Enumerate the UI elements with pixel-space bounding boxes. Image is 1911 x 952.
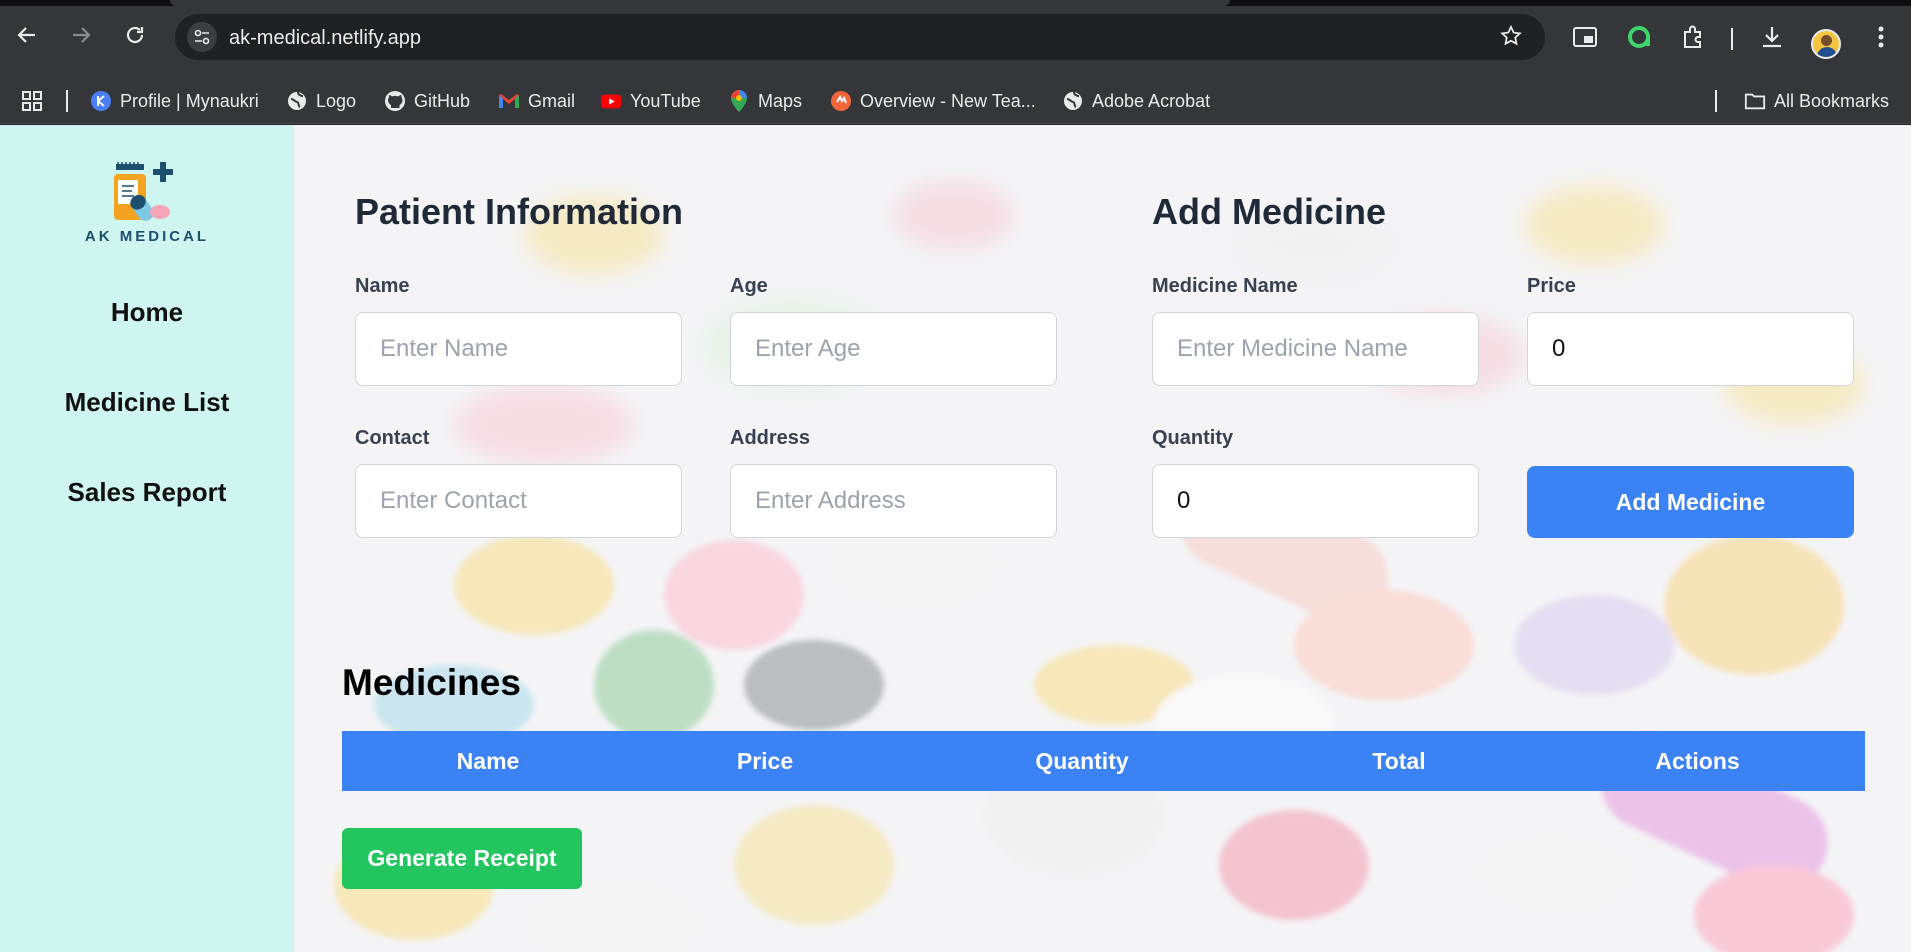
column-header-total: Total [1372, 748, 1426, 774]
bookmarks-divider [66, 90, 68, 112]
sidebar: AK MEDICAL Home Medicine List Sales Repo… [0, 125, 294, 952]
maps-icon [728, 90, 750, 112]
ak-medical-logo[interactable]: AK MEDICAL [82, 160, 212, 260]
brand-name: AK MEDICAL [84, 228, 210, 245]
web-page: AK MEDICAL Home Medicine List Sales Repo… [0, 125, 1911, 952]
nav-sales-report[interactable]: Sales Report [0, 477, 294, 508]
url-text: ak-medical.netlify.app [229, 27, 421, 49]
youtube-icon [600, 90, 622, 112]
patient-info-title: Patient Information [355, 191, 684, 232]
bookmark-item[interactable]: Adobe Acrobat [1062, 88, 1210, 114]
bookmark-label: Adobe Acrobat [1092, 90, 1211, 111]
menu-kebab-icon[interactable] [1864, 20, 1898, 54]
bookmarks-divider [1715, 90, 1717, 112]
forward-button[interactable] [66, 20, 96, 50]
column-header-actions: Actions [1655, 748, 1740, 774]
apps-grid-icon[interactable] [20, 88, 44, 114]
column-header-name: Name [456, 748, 520, 774]
forward-arrow-icon [73, 27, 91, 43]
medicine-bottle-logo-icon [114, 162, 173, 221]
column-header-price: Price [736, 748, 794, 774]
toolbar-divider [1731, 28, 1733, 50]
bookmark-item[interactable]: Overview - New Tea... [830, 88, 1036, 114]
reload-button[interactable] [120, 20, 150, 50]
bookmark-star-icon[interactable] [1499, 24, 1523, 53]
globe-icon [286, 90, 308, 112]
bookmark-item[interactable]: Profile | Mynaukri [90, 88, 259, 114]
bookmark-label: GitHub [414, 90, 471, 111]
quantity-input[interactable] [1152, 464, 1479, 538]
price-input[interactable] [1527, 312, 1854, 386]
downloads-icon[interactable] [1755, 20, 1789, 54]
naukri-icon [90, 90, 112, 112]
bookmark-label: Logo [316, 90, 357, 111]
bookmark-label: Profile | Mynaukri [120, 90, 259, 111]
globe-icon [1062, 90, 1084, 112]
github-icon [384, 90, 406, 112]
back-arrow-icon [17, 27, 35, 43]
contact-label: Contact [355, 427, 430, 449]
name-label: Name [355, 275, 410, 297]
profile-avatar[interactable] [1811, 29, 1841, 59]
gmail-icon [498, 90, 520, 112]
all-bookmarks-button[interactable]: All Bookmarks [1744, 88, 1889, 114]
price-label: Price [1527, 275, 1576, 297]
browser-toolbar: ak-medical.netlify.app [0, 6, 1911, 78]
generate-receipt-button[interactable]: Generate Receipt [342, 828, 582, 889]
picture-in-picture-icon[interactable] [1568, 20, 1602, 54]
bookmark-item[interactable]: GitHub [384, 88, 470, 114]
medicines-title: Medicines [342, 662, 521, 703]
folder-icon [1744, 90, 1766, 112]
bookmark-label: Maps [758, 90, 803, 111]
overview-icon [830, 90, 852, 112]
reload-icon [126, 26, 144, 44]
bookmark-item[interactable]: YouTube [600, 88, 701, 114]
nav-home[interactable]: Home [0, 297, 294, 328]
address-label: Address [730, 427, 811, 449]
bookmark-label: Overview - New Tea... [860, 90, 1036, 111]
medicine-name-input[interactable] [1152, 312, 1479, 386]
address-bar[interactable]: ak-medical.netlify.app [175, 14, 1545, 60]
medicines-table-header: Name Price Quantity Total Actions [342, 731, 1865, 791]
patient-contact-input[interactable] [355, 464, 682, 538]
bookmark-item[interactable]: Gmail [498, 88, 575, 114]
extensions-icon[interactable] [1676, 20, 1710, 54]
age-label: Age [730, 275, 768, 297]
patient-name-input[interactable] [355, 312, 682, 386]
bookmark-item[interactable]: Maps [728, 88, 802, 114]
medicine-name-label: Medicine Name [1152, 275, 1298, 297]
add-medicine-button[interactable]: Add Medicine [1527, 466, 1854, 538]
patient-age-input[interactable] [730, 312, 1057, 386]
column-header-quantity: Quantity [1035, 748, 1129, 774]
grammarly-extension-icon[interactable] [1622, 20, 1656, 54]
patient-address-input[interactable] [730, 464, 1057, 538]
bookmark-item[interactable]: Logo [286, 88, 356, 114]
bookmarks-bar: Profile | Mynaukri Logo GitHub Gmail You… [0, 78, 1911, 124]
site-info-icon[interactable] [187, 22, 217, 52]
nav-medicine-list[interactable]: Medicine List [0, 387, 294, 418]
add-medicine-title: Add Medicine [1152, 191, 1387, 232]
back-button[interactable] [12, 20, 42, 50]
quantity-label: Quantity [1152, 427, 1234, 449]
main-content: Patient Information Name Age Contact Add… [294, 125, 1911, 952]
bookmark-label: Gmail [528, 90, 576, 111]
bookmark-label: YouTube [630, 90, 701, 111]
all-bookmarks-label: All Bookmarks [1774, 90, 1890, 111]
